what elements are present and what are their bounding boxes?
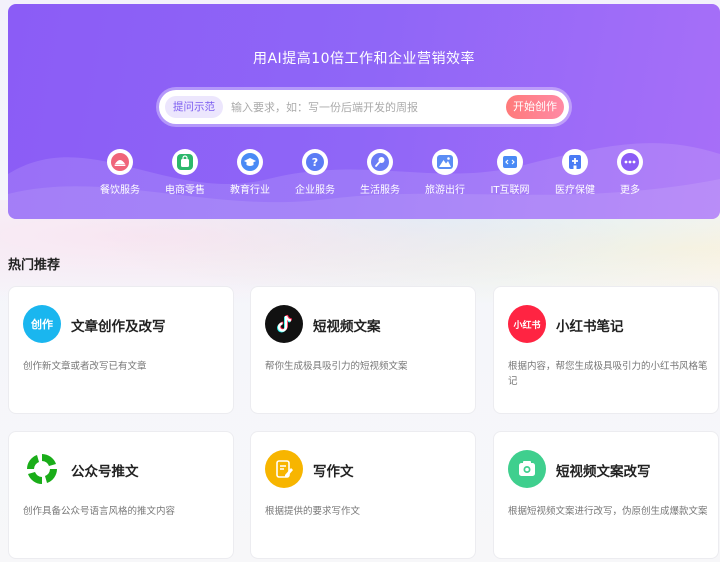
more-icon (617, 149, 643, 175)
hero-title: 用AI提高10倍工作和企业营销效率 (252, 51, 476, 67)
category-dining[interactable]: 餐饮服务 (90, 149, 150, 196)
xiaohongshu-icon: 小红书 (508, 305, 546, 343)
category-label: 医疗保健 (555, 185, 595, 196)
search-bar: 提问示范 开始创作 (159, 90, 569, 124)
category-label: 教育行业 (230, 185, 270, 196)
card-article-writing[interactable]: 创作 文章创作及改写 创作新文章或者改写已有文章 (8, 286, 234, 414)
category-life[interactable]: 生活服务 (350, 149, 410, 196)
card-description: 根据短视频文案进行改写，伪原创生成爆款文案 (508, 506, 708, 517)
category-label: 旅游出行 (425, 185, 465, 196)
tiktok-icon (265, 305, 303, 343)
category-bar: 餐饮服务 电商零售 教育行业 ? 企业服务 生活服务 旅游出行 IT互联网 医疗… (90, 149, 650, 209)
category-it[interactable]: IT互联网 (480, 149, 540, 196)
category-label: 企业服务 (295, 185, 335, 196)
hospital-icon (562, 149, 588, 175)
dining-icon (107, 149, 133, 175)
card-title: 短视频文案 (313, 319, 381, 335)
card-wechat-article[interactable]: 公众号推文 创作具备公众号语言风格的推文内容 (8, 431, 234, 559)
video-rewrite-icon (508, 450, 546, 488)
category-medical[interactable]: 医疗保健 (545, 149, 605, 196)
shopping-bag-icon (172, 149, 198, 175)
wechat-official-icon (23, 450, 61, 488)
category-label: 更多 (620, 185, 640, 196)
category-label: 餐饮服务 (100, 185, 140, 196)
card-xiaohongshu-note[interactable]: 小红书 小红书笔记 根据内容，帮您生成极具吸引力的小红书风格笔记 (493, 286, 719, 414)
category-label: 电商零售 (165, 185, 205, 196)
essay-icon (265, 450, 303, 488)
category-more[interactable]: 更多 (600, 149, 660, 196)
category-travel[interactable]: 旅游出行 (415, 149, 475, 196)
start-create-button[interactable]: 开始创作 (506, 95, 564, 119)
xiaohongshu-icon-text: 小红书 (513, 320, 541, 331)
card-video-rewrite[interactable]: 短视频文案改写 根据短视频文案进行改写，伪原创生成爆款文案 (493, 431, 719, 559)
card-description: 根据提供的要求写作文 (265, 506, 361, 517)
search-input[interactable] (231, 90, 491, 124)
section-title-hot: 热门推荐 (8, 258, 61, 273)
svg-text:?: ? (312, 156, 318, 169)
card-title: 写作文 (313, 464, 354, 480)
article-icon-text: 创作 (31, 318, 53, 331)
category-ecommerce[interactable]: 电商零售 (155, 149, 215, 196)
microphone-icon (367, 149, 393, 175)
mountain-icon (432, 149, 458, 175)
category-label: IT互联网 (490, 185, 530, 196)
hero-banner: 用AI提高10倍工作和企业营销效率 提问示范 开始创作 餐饮服务 电商零售 教育… (8, 4, 720, 219)
category-label: 生活服务 (360, 185, 400, 196)
example-prompt-tag[interactable]: 提问示范 (165, 96, 223, 118)
question-icon: ? (302, 149, 328, 175)
article-icon: 创作 (23, 305, 61, 343)
card-description: 创作新文章或者改写已有文章 (23, 361, 147, 372)
category-education[interactable]: 教育行业 (220, 149, 280, 196)
card-short-video-copy[interactable]: 短视频文案 帮你生成极具吸引力的短视频文案 (250, 286, 476, 414)
card-title: 小红书笔记 (556, 319, 624, 335)
card-description: 创作具备公众号语言风格的推文内容 (23, 506, 176, 517)
category-enterprise[interactable]: ? 企业服务 (285, 149, 345, 196)
card-title: 短视频文案改写 (556, 464, 651, 480)
code-icon (497, 149, 523, 175)
card-description: 帮你生成极具吸引力的短视频文案 (265, 361, 408, 372)
graduation-cap-icon (237, 149, 263, 175)
card-title: 文章创作及改写 (71, 319, 166, 335)
card-description: 根据内容，帮您生成极具吸引力的小红书风格笔记 (508, 361, 708, 387)
card-essay[interactable]: 写作文 根据提供的要求写作文 (250, 431, 476, 559)
card-title: 公众号推文 (71, 464, 139, 480)
